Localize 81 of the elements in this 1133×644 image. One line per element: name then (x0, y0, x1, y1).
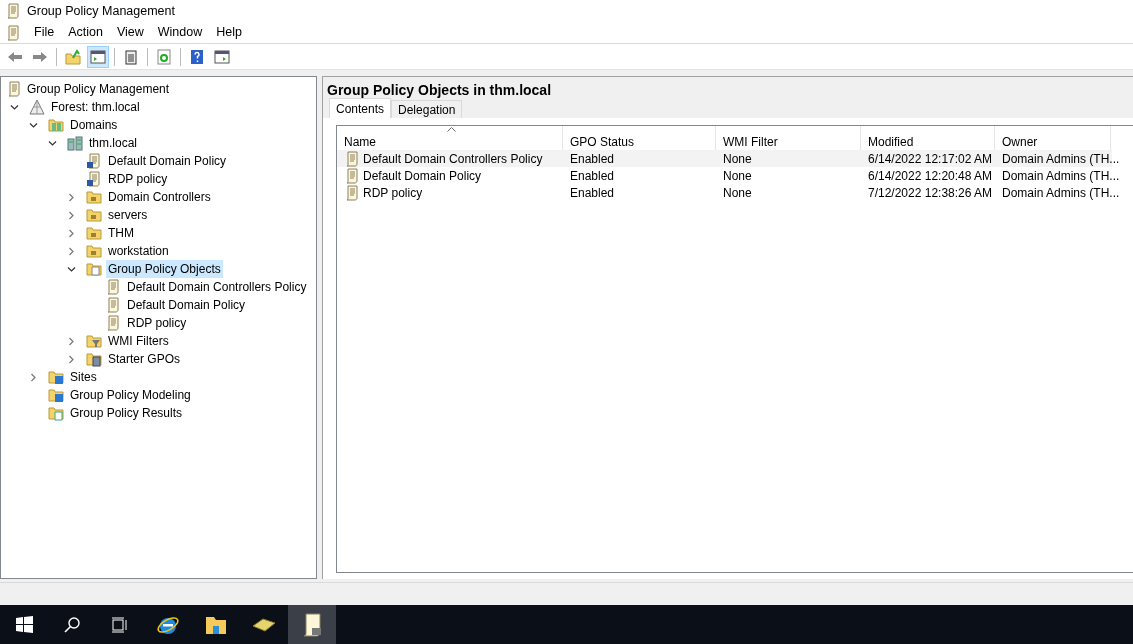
menu-item[interactable]: View (109, 23, 151, 42)
tree-item[interactable]: Starter GPOs (106, 350, 183, 368)
console-scroll-icon (6, 81, 22, 97)
table-cell-text: None (723, 184, 752, 202)
panel-title: Group Policy Objects in thm.local (323, 77, 1133, 98)
panel-button[interactable] (87, 45, 109, 68)
table-cell-text: None (723, 150, 752, 168)
tab[interactable]: Contents (329, 98, 392, 118)
taskbar-app-button[interactable] (288, 605, 336, 644)
tab[interactable]: Delegation (391, 100, 463, 118)
refresh-icon (156, 48, 172, 65)
table-cell-text: 6/14/2022 12:20:48 AM (868, 167, 993, 185)
triangle-icon (29, 99, 45, 115)
tree-item[interactable]: workstation (106, 242, 171, 260)
tree-item[interactable]: RDP policy (106, 170, 170, 188)
tree-item[interactable]: Default Domain Policy (106, 152, 229, 170)
menu-item[interactable]: Action (61, 23, 110, 42)
table-cell-text: Default Domain Policy (363, 167, 482, 185)
policy-scroll-icon (105, 279, 121, 295)
filter-folder-icon (86, 333, 102, 349)
policy-link-icon (86, 171, 102, 187)
table-cell-text: Default Domain Controllers Policy (363, 150, 543, 168)
table-cell-text: Domain Admins (TH... (1002, 184, 1120, 202)
tree-item[interactable]: RDP policy (125, 314, 189, 332)
folder-icon (86, 207, 102, 223)
table-cell-text: 7/12/2022 12:38:26 AM (868, 184, 993, 202)
folder-icon (86, 243, 102, 259)
folder-icon (48, 405, 64, 421)
folder-icon (86, 225, 102, 241)
menu-item[interactable]: Window (150, 23, 210, 42)
tree-item[interactable]: WMI Filters (106, 332, 171, 350)
policy-scroll-icon (105, 315, 121, 331)
tree-item[interactable]: Domains (68, 116, 120, 134)
menu-item[interactable]: File (27, 23, 62, 42)
clipboard-icon (123, 48, 139, 65)
panel-icon (90, 48, 106, 65)
app-scroll-icon (5, 24, 21, 41)
folder-icon (86, 189, 102, 205)
tree-item[interactable]: Forest: thm.local (49, 98, 142, 116)
table-cell-text: 6/14/2022 12:17:02 AM (868, 150, 993, 168)
policy-link-icon (86, 153, 102, 169)
menu-item[interactable]: Help (209, 23, 249, 42)
folder-icon (48, 369, 64, 385)
tree-item[interactable]: Sites (68, 368, 99, 386)
scroll-icon (301, 612, 323, 637)
windows-icon (15, 616, 33, 633)
tree-item[interactable]: Default Domain Controllers Policy (125, 278, 309, 296)
help-icon (189, 48, 205, 65)
policy-scroll-icon (105, 297, 121, 313)
tree-item[interactable]: servers (106, 206, 150, 224)
table-cell-text: None (723, 167, 752, 185)
folder-up-icon (65, 48, 81, 65)
task-view-icon (111, 615, 129, 634)
tree-item[interactable]: Group Policy Management (27, 80, 170, 98)
table-cell-text: Enabled (570, 184, 615, 202)
tree-item[interactable]: Group Policy Results (68, 404, 185, 422)
tree-item[interactable]: THM (106, 224, 136, 242)
policy-scroll-icon (344, 167, 360, 184)
tree-item[interactable]: Group Policy Modeling (68, 386, 193, 404)
table-cell-text: Domain Admins (TH... (1002, 150, 1120, 168)
window-title: Group Policy Management (27, 2, 175, 20)
folder-icon (48, 117, 64, 133)
policy-scroll-icon (344, 150, 360, 167)
chevron-icon[interactable] (29, 372, 38, 382)
table-cell-text: RDP policy (363, 184, 423, 202)
folder-icon (86, 351, 102, 367)
table-cell-text: Enabled (570, 167, 615, 185)
tree-item[interactable]: Group Policy Objects (106, 260, 223, 278)
panel-icon (214, 48, 230, 65)
folder-icon (48, 387, 64, 403)
search-icon (63, 615, 81, 634)
tree-item[interactable]: Default Domain Policy (125, 296, 248, 314)
servers-icon (67, 135, 83, 151)
tree-item[interactable]: Domain Controllers (106, 188, 213, 206)
table-cell-text: Domain Admins (TH... (1002, 167, 1120, 185)
app-scroll-icon (5, 3, 21, 19)
folder-icon (205, 614, 227, 635)
folder-icon (86, 261, 102, 277)
policy-scroll-icon (344, 184, 360, 201)
table-cell-text: Enabled (570, 150, 615, 168)
tree-item[interactable]: thm.local (87, 134, 140, 152)
